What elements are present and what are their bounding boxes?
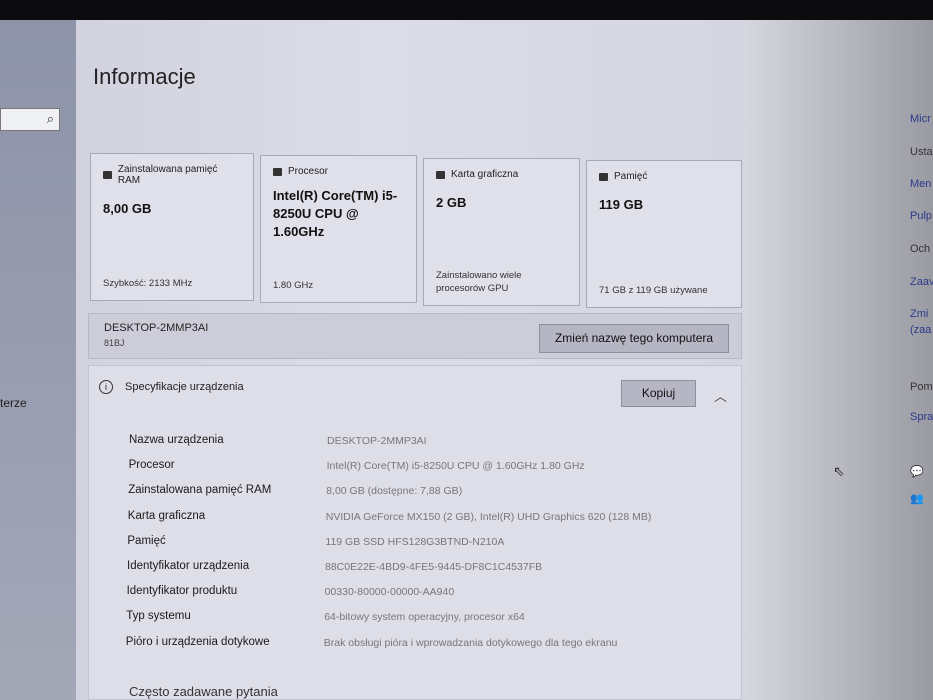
spec-row: Pióro i urządzenia dotykowe Brak obsługi … [125, 635, 746, 649]
rename-pc-button[interactable]: Zmień nazwę tego komputera [539, 324, 729, 353]
spec-value: Brak obsługi pióra i wprowadzania dotyko… [323, 636, 618, 649]
spec-value: Intel(R) Core(TM) i5-8250U CPU @ 1.60GHz… [326, 460, 585, 473]
card-footer: 1.80 GHz [273, 280, 314, 291]
storage-icon [599, 172, 608, 181]
spec-value: 88C0E22E-4BD9-4FE5-9445-DF8C1C4537FB [325, 561, 543, 573]
chevron-up-icon[interactable]: ︿ [714, 386, 727, 405]
related-link[interactable]: Pulp [910, 210, 932, 222]
related-link[interactable]: Pom [910, 381, 933, 393]
card-value: 119 GB [599, 197, 644, 212]
spec-label: Pamięć [127, 534, 166, 547]
spec-row: Zainstalowana pamięć RAM 8,00 GB (dostępn… [128, 484, 748, 498]
spec-label: Zainstalowana pamięć RAM [128, 484, 272, 497]
card-label: Karta graficzna [451, 169, 519, 180]
spec-value: DESKTOP-2MMP3AI [327, 435, 427, 447]
spec-label: Pióro i urządzenia dotykowe [125, 635, 270, 648]
storage-card: Pamięć 119 GB 71 GB z 119 GB używane [586, 160, 742, 308]
cpu-card: Procesor Intel(R) Core(TM) i5-8250U CPU … [260, 155, 417, 303]
spec-value: 00330-80000-00000-AA940 [324, 586, 455, 599]
copy-button[interactable]: Kopiuj [621, 380, 696, 407]
card-footer: 71 GB z 119 GB używane [599, 285, 708, 296]
help-icon[interactable]: 💬 [910, 465, 924, 478]
card-footer: Szybkość: 2133 MHz [103, 278, 193, 289]
device-name: DESKTOP-2MMP3AI [104, 322, 209, 334]
spec-row: Procesor Intel(R) Core(TM) i5-8250U CPU @… [128, 459, 749, 473]
mouse-cursor-icon: ⇖ [833, 463, 845, 479]
info-icon: i [99, 380, 113, 394]
spec-label: Identyfikator produktu [126, 585, 238, 598]
card-footer: Zainstalowano wiele procesorów GPU [436, 270, 522, 294]
cpu-icon [273, 167, 282, 176]
spec-row: Identyfikator produktu 00330-80000-00000-… [126, 585, 747, 599]
card-value: 2 GB [436, 195, 467, 210]
spec-label: Karta graficzna [127, 509, 206, 522]
spec-label: Identyfikator urządzenia [127, 560, 250, 572]
spec-value: 8,00 GB (dostępne: 7,88 GB) [326, 485, 463, 498]
faq-heading: Często zadawane pytania [129, 684, 278, 699]
related-link[interactable]: (zaa [910, 324, 931, 336]
related-link[interactable]: Och [910, 243, 930, 255]
spec-label: Nazwa urządzenia [129, 434, 224, 446]
search-input[interactable]: ⌕ [0, 108, 60, 131]
gpu-card: Karta graficzna 2 GB Zainstalowano wiele… [423, 158, 580, 306]
spec-value: NVIDIA GeForce MX150 (2 GB), Intel(R) UH… [325, 510, 652, 523]
related-link[interactable]: Usta [910, 146, 933, 158]
related-link[interactable]: Zmi [910, 308, 928, 320]
related-link[interactable]: Men [910, 178, 931, 190]
card-value: 8,00 GB [103, 201, 152, 216]
spec-row: Nazwa urządzenia DESKTOP-2MMP3AI [129, 434, 749, 447]
sidebar-item[interactable]: terze [0, 396, 27, 410]
spec-value: 64-bitowy system operacyjny, procesor x6… [324, 611, 525, 624]
card-label: Pamięć [614, 171, 648, 182]
card-label: Procesor [288, 166, 329, 177]
ram-card: Zainstalowana pamięć RAM 8,00 GB Szybkoś… [90, 153, 254, 301]
spec-row: Identyfikator urządzenia 88C0E22E-4BD9-4F… [127, 560, 747, 573]
spec-row: Typ systemu 64-bitowy system operacyjny, … [126, 610, 746, 624]
search-icon[interactable]: ⌕ [47, 111, 54, 127]
page-title: Informacje [93, 64, 196, 89]
card-label: Zainstalowana pamięć RAM [117, 164, 218, 186]
spec-label: Procesor [128, 459, 175, 472]
related-link[interactable]: Spra [910, 411, 933, 423]
spec-label: Typ systemu [126, 610, 191, 623]
feedback-icon[interactable]: 👥 [910, 492, 924, 505]
related-link[interactable]: Zaav [910, 276, 933, 288]
related-link[interactable]: Micr [910, 113, 931, 125]
device-spec-section: i Specyfikacje urządzenia [88, 365, 742, 700]
device-model: 81BJ [104, 338, 125, 348]
spec-value: 119 GB SSD HFS128G3BTND-N210A [325, 535, 505, 548]
card-value: Intel(R) Core(TM) i5-8250U CPU @ 1.60GHz [273, 188, 398, 239]
gpu-icon [436, 170, 445, 179]
spec-row: Karta graficzna NVIDIA GeForce MX150 (2 G… [127, 509, 748, 523]
ram-icon [103, 171, 112, 179]
spec-row: Pamięć 119 GB SSD HFS128G3BTND-N210A [127, 534, 747, 548]
section-title: Specyfikacje urządzenia [125, 381, 244, 393]
